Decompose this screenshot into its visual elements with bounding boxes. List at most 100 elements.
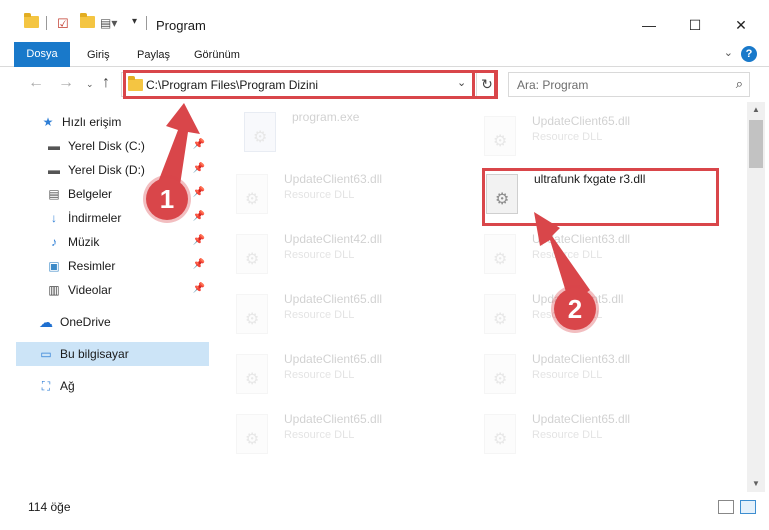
dll-file-icon: ⚙ bbox=[484, 294, 516, 334]
file-item[interactable]: ⚙ UpdateClient65.dll Resource DLL bbox=[228, 284, 468, 344]
sidebar-item-music[interactable]: ♪ Müzik 📌 bbox=[46, 230, 209, 254]
help-icon[interactable]: ? bbox=[741, 46, 757, 62]
network-icon: ⛶ bbox=[41, 378, 51, 393]
drive-icon: ▬ bbox=[48, 139, 60, 153]
dll-file-icon: ⚙ bbox=[236, 294, 268, 334]
pin-icon[interactable]: 📌 bbox=[193, 235, 205, 246]
tab-view[interactable]: Görünüm bbox=[194, 43, 240, 67]
address-bar[interactable]: C:\Program Files\Program Dizini ⌄ ↻ bbox=[121, 72, 497, 97]
file-name: UpdateClient65.dll bbox=[284, 412, 383, 426]
file-item[interactable]: ⚙ UpdateClient65.dll Resource DLL bbox=[476, 106, 716, 166]
properties-icon[interactable]: ☑ bbox=[57, 16, 69, 32]
file-item[interactable]: ⚙ UpdateClient65.dll Resource DLL bbox=[228, 404, 468, 464]
scroll-thumb[interactable] bbox=[749, 120, 763, 168]
file-item[interactable]: ⚙ UpdateClient63.dll Resource DLL bbox=[476, 344, 716, 404]
close-button[interactable]: ✕ bbox=[718, 10, 764, 40]
file-item[interactable]: ⚙ UpdateClient63.dll Resource DLL bbox=[228, 164, 468, 224]
tab-share[interactable]: Paylaş bbox=[137, 43, 170, 67]
navigation-pane: ★ Hızlı erişim ▬ Yerel Disk (C:) 📌 ▬ Yer… bbox=[0, 102, 214, 492]
minimize-button[interactable]: — bbox=[626, 10, 672, 40]
sidebar-item-label: Müzik bbox=[68, 235, 100, 249]
file-name: UpdateClient63.dll bbox=[284, 172, 383, 186]
large-icons-view-icon[interactable] bbox=[740, 500, 756, 514]
callout-badge-2: 2 bbox=[554, 288, 596, 330]
address-path[interactable]: C:\Program Files\Program Dizini bbox=[146, 78, 318, 92]
forward-arrow-icon[interactable]: → bbox=[58, 74, 74, 92]
sidebar-item-local-disk-d[interactable]: ▬ Yerel Disk (D:) 📌 bbox=[46, 158, 209, 182]
pin-icon[interactable]: 📌 bbox=[193, 163, 205, 174]
document-icon: ▤ bbox=[48, 187, 60, 201]
pin-icon[interactable]: 📌 bbox=[193, 187, 205, 198]
scroll-up-icon[interactable]: ▲ bbox=[747, 102, 765, 118]
download-icon: ↓ bbox=[51, 211, 57, 225]
file-name: UpdateClient65.dll bbox=[532, 114, 631, 128]
divider bbox=[146, 16, 147, 30]
file-item[interactable]: ⚙ UpdateClient42.dll Resource DLL bbox=[228, 224, 468, 284]
up-arrow-icon[interactable]: ↑ bbox=[102, 74, 110, 92]
customize-toolbar-icon[interactable]: ▤▾ bbox=[100, 16, 117, 30]
chevron-down-icon[interactable]: ⌄ bbox=[457, 76, 466, 89]
file-name: UpdateClient42.dll bbox=[284, 232, 383, 246]
new-folder-icon[interactable] bbox=[80, 13, 95, 28]
dll-file-icon: ⚙ bbox=[484, 234, 516, 274]
chevron-down-icon[interactable]: ▾ bbox=[132, 16, 137, 27]
sidebar-item-videos[interactable]: ▥ Videolar 📌 bbox=[46, 278, 209, 302]
dll-file-icon: ⚙ bbox=[236, 234, 268, 274]
search-icon[interactable]: ⌕ bbox=[736, 76, 743, 92]
chevron-down-icon[interactable]: ⌄ bbox=[724, 46, 733, 59]
sidebar-item-label: Bu bilgisayar bbox=[60, 347, 129, 361]
pin-icon[interactable]: 📌 bbox=[193, 259, 205, 270]
cloud-icon: ☁ bbox=[39, 313, 53, 330]
sidebar-item-onedrive[interactable]: ☁ OneDrive bbox=[38, 310, 209, 334]
sidebar-item-quick-access[interactable]: ★ Hızlı erişim bbox=[40, 110, 209, 134]
file-item-selected[interactable]: ⚙ ultrafunk fxgate r3.dll bbox=[478, 164, 718, 224]
sidebar-item-network[interactable]: ⛶ Ağ bbox=[38, 374, 209, 398]
file-type: Resource DLL bbox=[284, 369, 355, 381]
file-item[interactable]: ⚙ program.exe bbox=[236, 102, 476, 162]
file-name: ultrafunk fxgate r3.dll bbox=[534, 172, 646, 186]
tab-home[interactable]: Giriş bbox=[87, 43, 110, 67]
video-icon: ▥ bbox=[48, 283, 60, 297]
file-type: Resource DLL bbox=[284, 189, 355, 201]
tab-file[interactable]: Dosya bbox=[14, 42, 70, 67]
drive-icon: ▬ bbox=[48, 163, 60, 177]
ribbon-tabs: Dosya Giriş Paylaş Görünüm ⌄ ? bbox=[0, 40, 769, 67]
file-item[interactable]: ⚙ UpdateClient65.dll Resource DLL bbox=[476, 404, 716, 464]
details-view-icon[interactable] bbox=[718, 500, 734, 514]
callout-badge-1: 1 bbox=[146, 178, 188, 220]
dll-file-icon: ⚙ bbox=[484, 414, 516, 454]
sidebar-item-local-disk-c[interactable]: ▬ Yerel Disk (C:) 📌 bbox=[46, 134, 209, 158]
file-name: program.exe bbox=[292, 110, 360, 124]
sidebar-item-label: Hızlı erişim bbox=[62, 115, 122, 129]
recent-locations-icon[interactable]: ⌄ bbox=[86, 79, 94, 90]
file-type: Resource DLL bbox=[284, 249, 355, 261]
status-bar: 114 öğe bbox=[0, 496, 769, 520]
sidebar-item-label: Yerel Disk (C:) bbox=[68, 139, 145, 153]
file-name: UpdateClient65.dll bbox=[284, 352, 383, 366]
back-arrow-icon[interactable]: ← bbox=[28, 74, 44, 92]
maximize-button[interactable]: ☐ bbox=[672, 10, 718, 40]
scroll-down-icon[interactable]: ▼ bbox=[747, 476, 765, 492]
item-count: 114 öğe bbox=[28, 500, 71, 514]
file-type: Resource DLL bbox=[532, 369, 603, 381]
application-icon: ⚙ bbox=[244, 112, 276, 152]
pin-icon[interactable]: 📌 bbox=[193, 283, 205, 294]
navigation-bar: ← → ⌄ ↑ C:\Program Files\Program Dizini … bbox=[0, 68, 769, 100]
sidebar-item-this-pc[interactable]: ▭ Bu bilgisayar bbox=[16, 342, 209, 366]
sidebar-item-label: Videolar bbox=[68, 283, 112, 297]
file-type: Resource DLL bbox=[532, 249, 603, 261]
vertical-scrollbar[interactable]: ▲ ▼ bbox=[747, 102, 765, 492]
file-item[interactable]: ⚙ UpdateClient5.dll Resource DLL bbox=[476, 284, 716, 344]
refresh-button[interactable]: ↻ bbox=[476, 73, 497, 96]
pin-icon[interactable]: 📌 bbox=[193, 139, 205, 150]
file-type: Resource DLL bbox=[284, 309, 355, 321]
pin-icon[interactable]: 📌 bbox=[193, 211, 205, 222]
file-name: UpdateClient65.dll bbox=[284, 292, 383, 306]
sidebar-item-label: OneDrive bbox=[60, 315, 111, 329]
file-item[interactable]: ⚙ UpdateClient63.dll Resource DLL bbox=[476, 224, 716, 284]
file-item[interactable]: ⚙ UpdateClient65.dll Resource DLL bbox=[228, 344, 468, 404]
search-input[interactable]: Ara: Program ⌕ bbox=[508, 72, 750, 97]
dll-file-icon: ⚙ bbox=[484, 116, 516, 156]
sidebar-item-pictures[interactable]: ▣ Resimler 📌 bbox=[46, 254, 209, 278]
picture-icon: ▣ bbox=[48, 259, 60, 273]
